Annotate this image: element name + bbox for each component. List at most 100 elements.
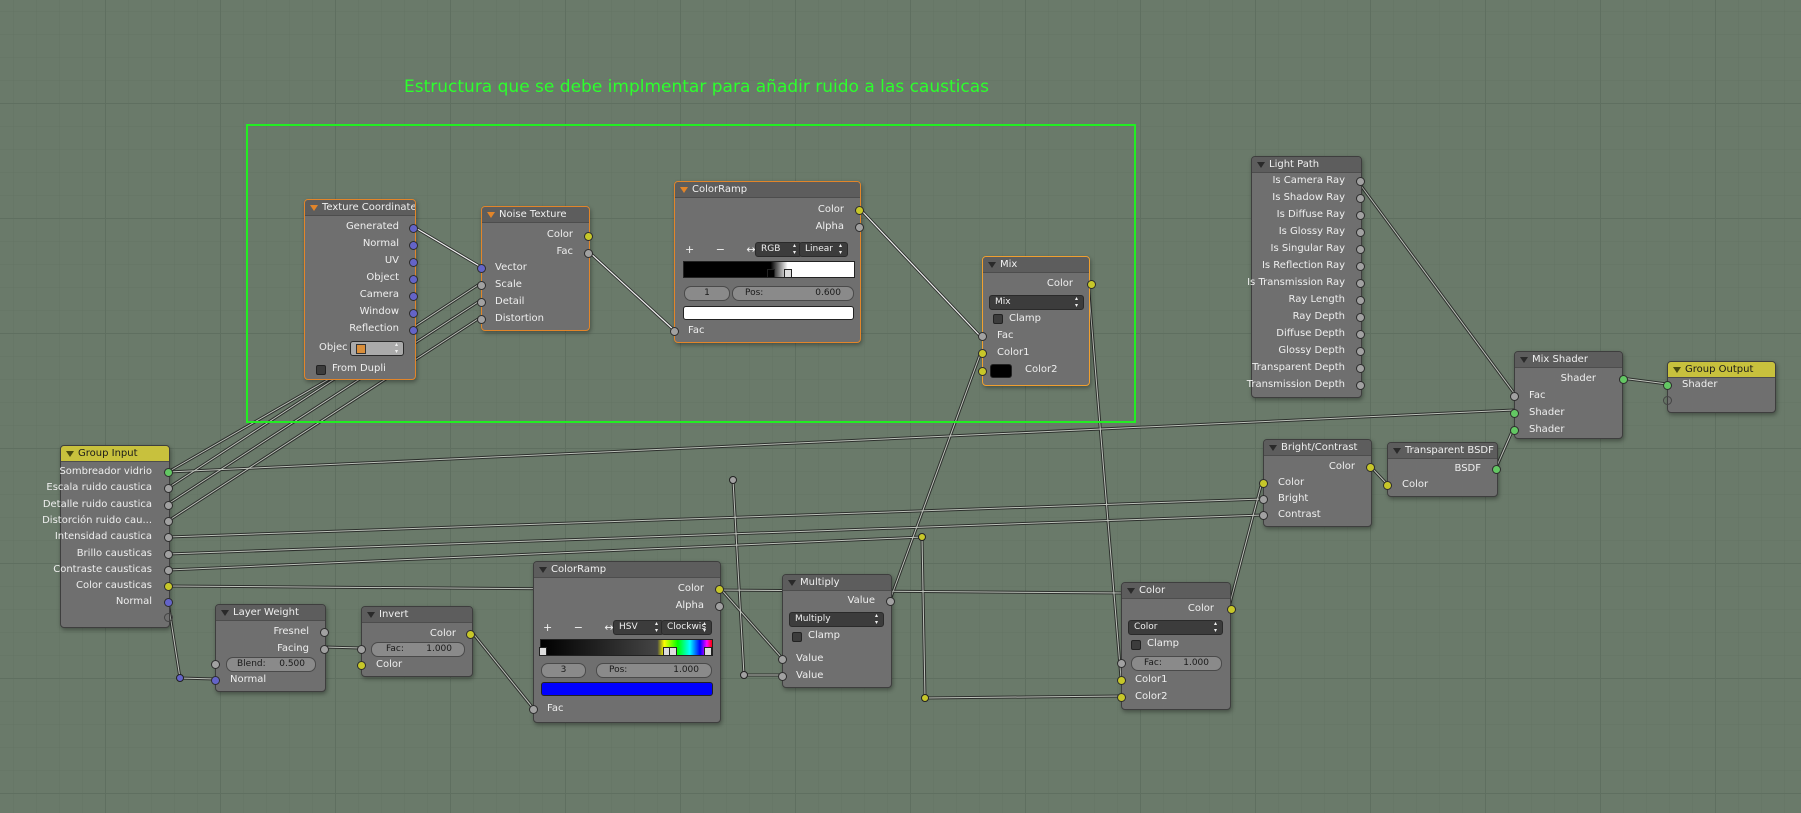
socket-group-out-8[interactable] <box>164 598 173 608</box>
socket-light-path-9[interactable] <box>1356 330 1365 339</box>
socket-distortion-in[interactable] <box>477 315 486 324</box>
stop-color-swatch[interactable] <box>541 682 713 696</box>
node-header[interactable]: Texture Coordinate <box>305 200 415 216</box>
stop-index-field[interactable]: 1 <box>684 286 730 301</box>
socket-group-empty[interactable] <box>164 613 173 622</box>
blend-mode-dropdown[interactable]: Mix <box>989 295 1084 310</box>
node-header[interactable]: Noise Texture <box>482 207 589 223</box>
stop-index-field[interactable]: 3 <box>541 663 586 678</box>
clamp-checkbox[interactable] <box>993 314 1003 324</box>
socket-group-out-4[interactable] <box>164 533 173 543</box>
node-header[interactable]: Mix Shader <box>1515 352 1622 368</box>
clamp-checkbox[interactable] <box>1131 640 1141 650</box>
invert-node[interactable]: Invert Color Fac: 1.000 Color <box>357 606 475 677</box>
socket-color1-in[interactable] <box>1117 676 1126 685</box>
socket-fac-out[interactable] <box>584 249 593 258</box>
socket-vector-in[interactable] <box>477 264 486 273</box>
node-header[interactable]: Invert <box>362 607 472 623</box>
color2-swatch[interactable] <box>990 364 1012 378</box>
socket-color-out[interactable] <box>715 585 724 594</box>
node-header[interactable]: Mix <box>983 257 1089 273</box>
fac-field[interactable]: Fac: 1.000 <box>1131 656 1222 671</box>
socket-facing-out[interactable] <box>320 645 329 654</box>
socket-group-out-5[interactable] <box>164 549 173 559</box>
node-header[interactable]: Bright/Contrast <box>1264 440 1371 456</box>
socket-light-path-0[interactable] <box>1356 177 1365 186</box>
ramp-stop-black[interactable] <box>767 269 775 278</box>
colorramp-node-1[interactable]: ColorRamp Color Alpha + − ↔ RGB Linear 1… <box>670 181 864 343</box>
ramp-stop-white[interactable] <box>784 269 792 278</box>
color-mode-dropdown[interactable]: RGB <box>755 242 802 257</box>
socket-color1-in[interactable] <box>978 349 987 358</box>
socket-fac-in[interactable] <box>357 645 366 654</box>
socket-color-out[interactable] <box>1087 280 1096 289</box>
socket-light-path-12[interactable] <box>1356 381 1365 390</box>
socket-value-out[interactable] <box>886 597 895 606</box>
transparent-bsdf-node[interactable]: Transparent BSDF BSDF Color <box>1383 442 1501 497</box>
socket-color-in[interactable] <box>357 661 366 670</box>
socket-group-out-2[interactable] <box>164 500 173 510</box>
socket-fac-in[interactable] <box>978 332 987 341</box>
node-header[interactable]: Transparent BSDF <box>1388 443 1497 459</box>
socket-light-path-6[interactable] <box>1356 279 1365 288</box>
socket-detail-in[interactable] <box>477 298 486 307</box>
socket-light-path-8[interactable] <box>1356 313 1365 322</box>
stop-color-swatch[interactable] <box>683 306 854 320</box>
interpolation-dropdown[interactable]: Linear <box>799 242 848 257</box>
node-header[interactable]: Layer Weight <box>216 605 325 621</box>
socket-group-out-6[interactable] <box>164 565 173 575</box>
socket-uv[interactable] <box>409 258 418 267</box>
socket-light-path-5[interactable] <box>1356 262 1365 271</box>
group-output-node[interactable]: Group Output Shader <box>1663 361 1776 413</box>
socket-camera[interactable] <box>409 292 418 301</box>
socket-shader1-in[interactable] <box>1510 409 1519 418</box>
socket-group-out-7[interactable] <box>164 582 173 592</box>
blend-field[interactable]: Blend: 0.500 <box>226 657 316 672</box>
group-input-node[interactable]: Group Input Sombreador vidrio Escala ruid… <box>42 445 173 628</box>
layer-weight-node[interactable]: Layer Weight Fresnel Facing Blend: 0.500… <box>211 604 329 692</box>
socket-value1-in[interactable] <box>778 655 787 664</box>
socket-group-out-0[interactable] <box>164 468 173 477</box>
socket-value2-in[interactable] <box>778 672 787 681</box>
color-ramp-bar[interactable] <box>539 639 713 656</box>
interpolation-dropdown[interactable]: Clockwis <box>661 620 712 635</box>
socket-shader2-in[interactable] <box>1510 426 1519 435</box>
from-dupli-checkbox[interactable] <box>316 365 326 375</box>
socket-fac-in[interactable] <box>1510 392 1519 401</box>
socket-color-out[interactable] <box>855 206 864 215</box>
socket-normal-in[interactable] <box>211 676 220 685</box>
socket-fresnel-out[interactable] <box>320 628 329 637</box>
noise-texture-node[interactable]: Noise Texture Color Fac Vector Scale Det… <box>477 206 593 331</box>
color-ramp-bar[interactable] <box>683 261 855 278</box>
object-picker[interactable] <box>350 341 404 356</box>
socket-light-path-7[interactable] <box>1356 296 1365 305</box>
socket-bright-in[interactable] <box>1259 495 1268 504</box>
ramp-stop-1[interactable] <box>539 647 547 656</box>
socket-object[interactable] <box>409 275 418 284</box>
node-header[interactable]: ColorRamp <box>534 562 720 578</box>
socket-group-out-1[interactable] <box>164 484 173 494</box>
operation-dropdown[interactable]: Multiply <box>789 612 884 627</box>
socket-color-in[interactable] <box>1383 481 1392 490</box>
mix-node[interactable]: Mix Color Mix Clamp Fac Color1 Color2 <box>978 256 1096 386</box>
color-mix-node[interactable]: Color Color Color Clamp Fac: 1.000 Color… <box>1117 582 1236 710</box>
socket-generated[interactable] <box>409 224 418 233</box>
texture-coordinate-node[interactable]: Texture Coordinate Generated Normal UV O… <box>304 199 418 380</box>
socket-alpha-out[interactable] <box>715 602 724 611</box>
socket-fac-in[interactable] <box>1117 659 1126 668</box>
socket-normal[interactable] <box>409 241 418 250</box>
socket-reflection[interactable] <box>409 326 418 335</box>
ramp-stop-3[interactable] <box>669 647 677 656</box>
socket-light-path-2[interactable] <box>1356 211 1365 220</box>
socket-window[interactable] <box>409 309 418 318</box>
ramp-tools[interactable]: + − ↔ <box>685 243 765 256</box>
socket-light-path-11[interactable] <box>1356 364 1365 373</box>
socket-empty-in[interactable] <box>1663 396 1672 405</box>
socket-color-out[interactable] <box>584 232 593 241</box>
socket-group-out-3[interactable] <box>164 516 173 526</box>
fac-field[interactable]: Fac: 1.000 <box>371 642 465 657</box>
socket-scale-in[interactable] <box>477 281 486 290</box>
socket-color-in[interactable] <box>1259 479 1268 488</box>
light-path-node[interactable]: Light Path Is Camera Ray Is Shadow Ray Is … <box>1247 156 1365 398</box>
colorramp-node-2[interactable]: ColorRamp Color Alpha + − ↔ HSV Clockwis… <box>529 561 724 723</box>
